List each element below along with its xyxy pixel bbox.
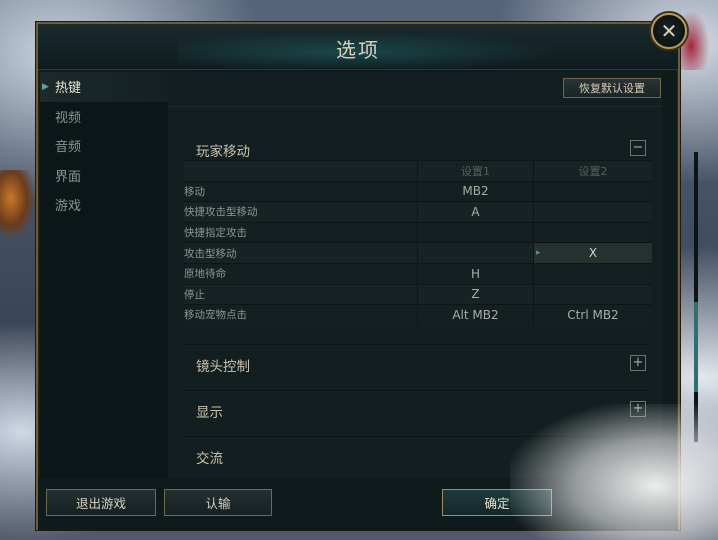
sidebar-item-label: 音频 xyxy=(55,140,82,156)
action-name: 原地待命 xyxy=(184,263,418,284)
action-name: 移动宠物点击 xyxy=(184,305,418,325)
section-title: 镜头控制 xyxy=(196,359,250,375)
section-title: 玩家移动 xyxy=(196,144,250,160)
binding-slot-1[interactable] xyxy=(418,222,534,243)
sidebar-item-label: 界面 xyxy=(55,169,82,185)
binding-slot-2[interactable]: Ctrl MB2 xyxy=(534,305,652,325)
collapse-icon[interactable]: − xyxy=(630,140,646,156)
binding-slot-2[interactable] xyxy=(534,285,652,305)
action-name: 快捷攻击型移动 xyxy=(184,202,418,222)
sidebar-item-video[interactable]: 视频 xyxy=(40,102,168,132)
dialog-title: 选项 xyxy=(336,38,380,62)
section-header[interactable]: 玩家移动 − xyxy=(184,134,650,162)
action-name: 快捷指定攻击 xyxy=(184,222,418,243)
sidebar-item-label: 游戏 xyxy=(55,199,82,215)
binding-slot-1[interactable]: MB2 xyxy=(418,181,534,202)
binding-slot-1[interactable]: H xyxy=(418,263,534,284)
options-sidebar: ▶ 热键 视频 音频 界面 游戏 xyxy=(40,72,168,478)
sidebar-item-label: 视频 xyxy=(55,110,82,126)
scrollbar[interactable] xyxy=(694,152,698,442)
scrollbar-thumb[interactable] xyxy=(694,302,698,392)
surrender-button[interactable]: 认输 xyxy=(164,489,272,516)
header-set2: 设置2 xyxy=(578,164,608,178)
sidebar-item-audio[interactable]: 音频 xyxy=(40,131,168,161)
divider xyxy=(168,106,662,107)
binding-slot-2[interactable] xyxy=(534,264,652,284)
close-icon: ✕ xyxy=(660,19,678,43)
binding-slot-2[interactable] xyxy=(534,182,652,202)
expand-icon[interactable]: + xyxy=(630,355,646,371)
reset-defaults-button[interactable]: 恢复默认设置 xyxy=(563,78,661,98)
section-title: 交流 xyxy=(196,451,223,467)
title-bar: 选项 xyxy=(38,24,678,70)
table-row: 移动宠物点击 Alt MB2 Ctrl MB2 xyxy=(184,304,652,325)
sidebar-item-interface[interactable]: 界面 xyxy=(40,161,168,191)
header-name xyxy=(184,161,418,181)
binding-slot-1[interactable] xyxy=(418,243,534,263)
watermark-glare xyxy=(510,404,718,540)
table-row: 快捷指定攻击 xyxy=(184,221,652,243)
quit-game-button[interactable]: 退出游戏 xyxy=(46,489,156,516)
table-row: 移动 MB2 xyxy=(184,180,652,202)
sidebar-item-hotkeys[interactable]: ▶ 热键 xyxy=(40,72,168,102)
sidebar-item-game[interactable]: 游戏 xyxy=(40,190,168,220)
close-button[interactable]: ✕ xyxy=(651,13,687,49)
section-camera-control: 镜头控制 + xyxy=(184,344,650,378)
binding-slot-2-selected[interactable]: X xyxy=(534,243,652,263)
active-arrow-icon: ▶ xyxy=(42,81,49,92)
section-header[interactable]: 镜头控制 + xyxy=(184,349,650,377)
table-row: 原地待命 H xyxy=(184,262,652,284)
section-title: 显示 xyxy=(196,405,223,421)
binding-slot-2[interactable] xyxy=(534,223,652,243)
binding-slot-1[interactable]: Z xyxy=(418,284,534,305)
action-name: 攻击型移动 xyxy=(184,243,418,263)
keybind-table: 设置1 设置2 移动 MB2 快捷攻击型移动 A 快捷指定攻击 攻击型移动 X … xyxy=(184,160,652,325)
binding-slot-1[interactable]: Alt MB2 xyxy=(418,305,534,325)
table-row: 快捷攻击型移动 A xyxy=(184,201,652,222)
action-name: 停止 xyxy=(184,284,418,305)
binding-slot-2[interactable] xyxy=(534,202,652,222)
binding-slot-1[interactable]: A xyxy=(418,202,534,222)
header-set1: 设置1 xyxy=(418,161,534,181)
sidebar-item-label: 热键 xyxy=(55,81,82,97)
background-flare xyxy=(0,170,36,240)
table-row: 停止 Z xyxy=(184,283,652,305)
table-header-row: 设置1 设置2 xyxy=(184,160,652,181)
action-name: 移动 xyxy=(184,181,418,202)
table-row: 攻击型移动 X xyxy=(184,242,652,263)
